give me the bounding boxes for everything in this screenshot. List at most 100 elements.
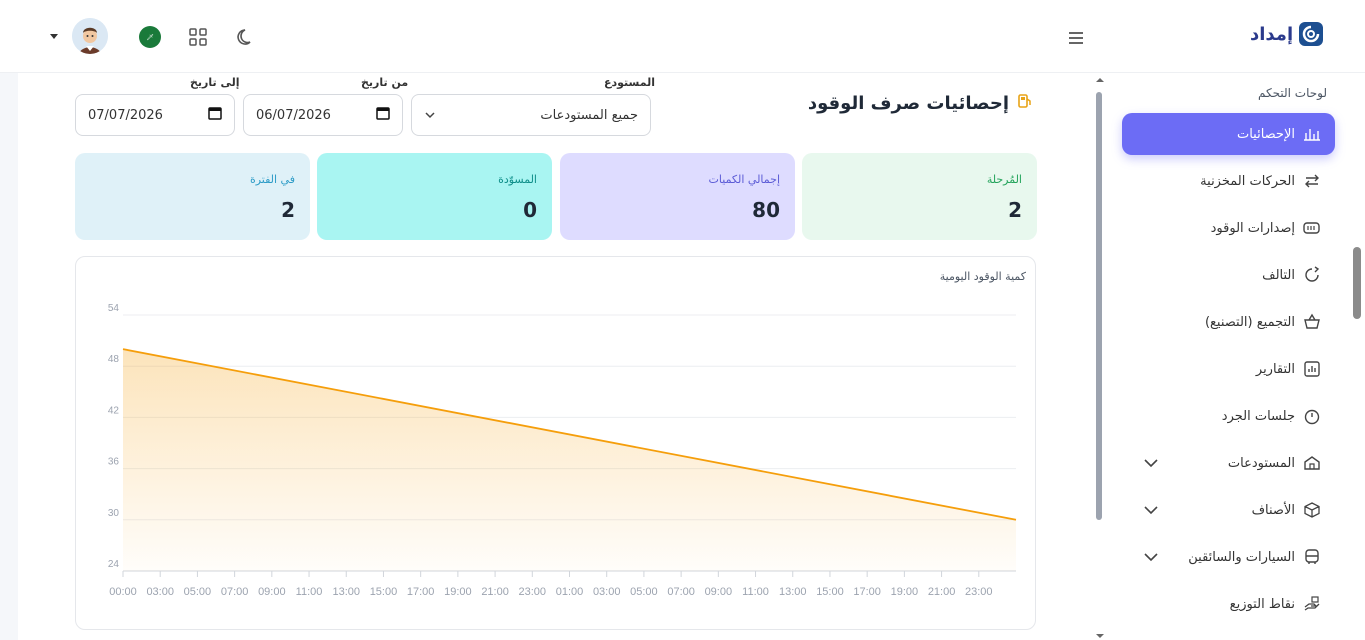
- stat-card-label: المُرحلة: [986, 173, 1022, 186]
- content-scrollbar-thumb[interactable]: [1096, 92, 1102, 520]
- x-tick-label: 03:00: [593, 586, 621, 598]
- sidebar-item-3[interactable]: التالف: [1122, 254, 1335, 296]
- bus-icon: [1303, 548, 1321, 566]
- x-tick-label: 11:00: [742, 586, 769, 598]
- chevron-down-icon[interactable]: [1144, 457, 1158, 472]
- sidebar-item-label: التجميع (التصنيع): [1204, 314, 1295, 330]
- sidebar-item-label: الإحصائيات: [1236, 126, 1295, 142]
- stat-card-label: المسوّدة: [498, 173, 537, 186]
- top-bar: 🗡 إمداد: [0, 0, 1365, 73]
- chart-area-fill: [123, 349, 1016, 571]
- page-scrollbar-thumb[interactable]: [1353, 247, 1361, 319]
- sidebar-item-5[interactable]: التقارير: [1122, 348, 1335, 390]
- sidebar-item-label: نقاط التوزيع: [1229, 596, 1295, 612]
- x-tick-label: 13:00: [332, 586, 360, 598]
- x-tick-label: 13:00: [779, 586, 807, 598]
- stat-card-label: إجمالي الكميات: [708, 173, 780, 186]
- y-tick-label: 30: [108, 508, 120, 519]
- sidebar-item-label: التالف: [1262, 267, 1295, 283]
- x-tick-label: 07:00: [667, 586, 695, 598]
- stat-card-in-period: في الفترة 2: [75, 153, 310, 240]
- x-tick-label: 23:00: [965, 586, 993, 598]
- sidebar-item-label: التقارير: [1255, 361, 1295, 377]
- warehouse-select[interactable]: جميع المستودعات: [411, 94, 651, 136]
- chevron-down-icon[interactable]: [1144, 504, 1158, 519]
- chevron-down-icon: [424, 108, 436, 123]
- fuel-gauge-icon: [1303, 219, 1321, 237]
- to-date-input[interactable]: 07/07/2026: [75, 94, 235, 136]
- chevron-down-icon[interactable]: [1144, 551, 1158, 566]
- x-tick-label: 23:00: [519, 586, 547, 598]
- sidebar-item-10[interactable]: نقاط التوزيع: [1122, 583, 1335, 625]
- sidebar-item-8[interactable]: الأصناف: [1122, 489, 1335, 531]
- x-tick-label: 19:00: [444, 586, 472, 598]
- user-menu-caret-icon[interactable]: [50, 33, 58, 39]
- basket-icon: [1303, 313, 1321, 331]
- main-content: إحصائيات صرف الوقود المستودع جميع المستو…: [18, 73, 1093, 640]
- sidebar-item-label: إصدارات الوقود: [1210, 220, 1295, 236]
- sidebar-item-0[interactable]: الإحصائيات: [1122, 113, 1335, 155]
- sidebar-item-1[interactable]: الحركات المخزنية: [1122, 160, 1335, 202]
- menu-toggle-icon[interactable]: [1068, 30, 1084, 49]
- from-date-label: من تاريخ: [361, 76, 409, 89]
- sidebar-item-label: الحركات المخزنية: [1200, 173, 1295, 189]
- cube-icon: [1303, 501, 1321, 519]
- from-date-value: 06/07/2026: [256, 107, 331, 123]
- y-tick-label: 36: [108, 457, 120, 468]
- user-tools: [50, 18, 108, 54]
- sidebar-item-6[interactable]: جلسات الجرد: [1122, 395, 1335, 437]
- to-date-label: إلى تاريخ: [190, 76, 240, 89]
- calendar-icon[interactable]: [376, 106, 390, 124]
- sidebar-item-label: الأصناف: [1251, 502, 1295, 518]
- x-tick-label: 05:00: [630, 586, 658, 598]
- stat-card-value: 0: [523, 198, 537, 222]
- page-title-text: إحصائيات صرف الوقود: [807, 93, 1009, 114]
- page-title: إحصائيات صرف الوقود: [808, 93, 1033, 114]
- avatar-image: [72, 18, 108, 54]
- x-tick-label: 15:00: [816, 586, 844, 598]
- language-flag-icon[interactable]: 🗡: [139, 26, 161, 48]
- x-tick-label: 07:00: [221, 586, 249, 598]
- scroll-down-arrow-icon[interactable]: [1095, 633, 1105, 639]
- dark-mode-moon-icon[interactable]: [236, 27, 256, 51]
- x-tick-label: 21:00: [481, 586, 509, 598]
- x-tick-label: 09:00: [258, 586, 286, 598]
- x-tick-label: 15:00: [370, 586, 398, 598]
- chart-canvas: 54 48 42 36 30 24 00:00 03:00 05:00 07:00 09:00 11…: [108, 303, 1017, 598]
- fuel-pump-icon: [1017, 93, 1033, 114]
- brand-name: إمداد: [1250, 23, 1294, 45]
- from-date-input[interactable]: 06/07/2026: [243, 94, 403, 136]
- y-tick-label: 48: [108, 354, 120, 365]
- stat-card-posted: المُرحلة 2: [802, 153, 1037, 240]
- sidebar-item-4[interactable]: التجميع (التصنيع): [1122, 301, 1335, 343]
- sidebar: لوحات التحكم الإحصائيات الحركات المخزنية إ…: [1107, 73, 1365, 640]
- y-tick-label: 54: [108, 303, 120, 314]
- brand-logo[interactable]: إمداد: [1250, 22, 1324, 46]
- x-tick-label: 09:00: [705, 586, 733, 598]
- stat-card-value: 2: [1008, 198, 1022, 222]
- x-tick-label: 21:00: [928, 586, 956, 598]
- warehouse-label: المستودع: [604, 76, 656, 89]
- avatar[interactable]: [72, 18, 108, 54]
- sidebar-item-7[interactable]: المستودعات: [1122, 442, 1335, 484]
- refresh-icon: [1303, 266, 1321, 284]
- x-tick-label: 17:00: [853, 586, 881, 598]
- x-tick-label: 05:00: [184, 586, 212, 598]
- warehouse-icon: [1303, 454, 1321, 472]
- y-tick-label: 24: [108, 559, 120, 570]
- sidebar-item-label: المستودعات: [1227, 455, 1295, 471]
- bar-chart-icon: [1303, 125, 1321, 143]
- apps-grid-icon[interactable]: [189, 28, 207, 50]
- stat-card-draft: المسوّدة 0: [317, 153, 552, 240]
- x-tick-label: 01:00: [556, 586, 584, 598]
- calendar-icon[interactable]: [208, 106, 222, 124]
- sidebar-item-2[interactable]: إصدارات الوقود: [1122, 207, 1335, 249]
- timer-icon: [1303, 407, 1321, 425]
- x-tick-label: 17:00: [407, 586, 435, 598]
- brand-mark-icon: [1299, 22, 1324, 46]
- x-tick-label: 11:00: [296, 586, 323, 598]
- sidebar-item-label: السيارات والسائقين: [1188, 549, 1295, 565]
- sidebar-item-9[interactable]: السيارات والسائقين: [1122, 536, 1335, 578]
- warehouse-select-value: جميع المستودعات: [540, 107, 638, 123]
- scroll-up-arrow-icon[interactable]: [1095, 77, 1105, 83]
